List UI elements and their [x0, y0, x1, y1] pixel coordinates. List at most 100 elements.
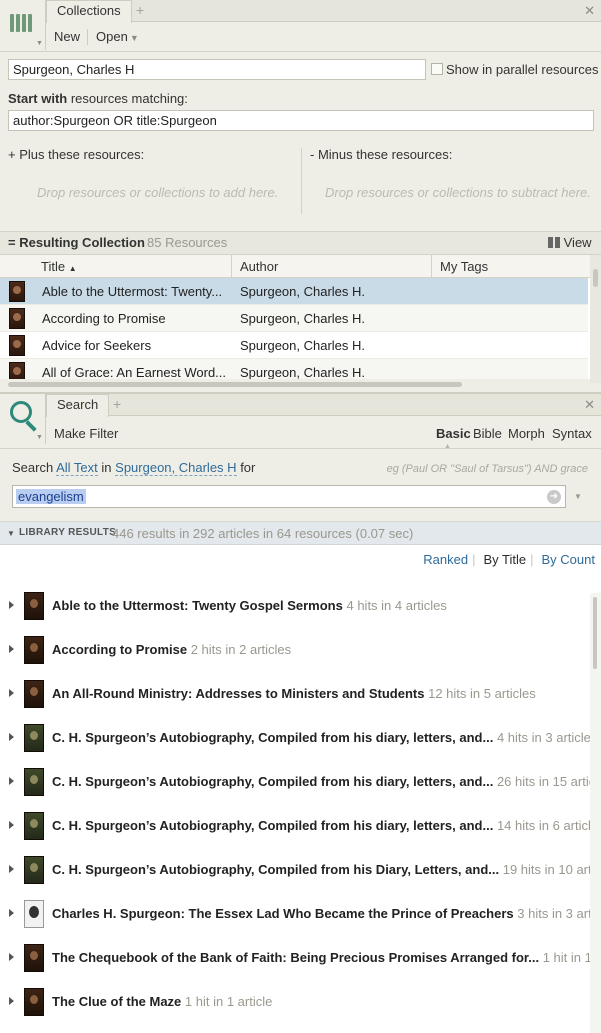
tab-collections[interactable]: Collections — [46, 0, 132, 23]
tab-label: Search — [57, 397, 99, 412]
collapse-triangle-icon[interactable]: ▼ — [7, 529, 15, 538]
mode-syntax-tab[interactable]: Syntax — [552, 426, 592, 441]
scrollbar-thumb[interactable] — [8, 382, 462, 387]
collections-icon — [10, 14, 14, 32]
open-button[interactable]: Open ▼ — [96, 29, 139, 44]
result-hit-count: 12 hits in 5 articles — [428, 686, 536, 701]
results-scrollbar[interactable] — [590, 593, 601, 1033]
result-item[interactable]: C. H. Spurgeon’s Autobiography, Compiled… — [0, 805, 601, 849]
result-title[interactable]: Able to the Uttermost: Twenty Gospel Ser… — [52, 598, 447, 613]
result-title-text: C. H. Spurgeon’s Autobiography, Compiled… — [52, 730, 494, 745]
expand-arrow-icon[interactable] — [9, 777, 14, 785]
result-hit-count: 4 hits in 3 articles — [496, 730, 598, 745]
go-arrow-icon[interactable]: ➜ — [547, 490, 561, 504]
search-panel-icon[interactable]: ▼ — [0, 394, 46, 444]
result-title[interactable]: C. H. Spurgeon’s Autobiography, Compiled… — [52, 818, 601, 833]
parallel-resources-label: Show in parallel resources — [446, 62, 599, 77]
scrollbar-thumb[interactable] — [593, 269, 598, 287]
result-item[interactable]: C. H. Spurgeon’s Autobiography, Compiled… — [0, 717, 597, 761]
table-row[interactable]: Advice for Seekers Spurgeon, Charles H. — [0, 332, 588, 359]
in-word: in — [101, 460, 112, 475]
row-author: Spurgeon, Charles H. — [240, 311, 366, 326]
magnifier-handle — [25, 420, 37, 432]
resulting-collection-title[interactable]: = Resulting Collection — [8, 235, 145, 250]
result-title[interactable]: C. H. Spurgeon’s Autobiography, Compiled… — [52, 862, 601, 877]
my-tags-column-header[interactable]: My Tags — [440, 259, 488, 274]
result-hit-count: 14 hits in 6 articles — [496, 818, 601, 833]
result-item[interactable]: C. H. Spurgeon’s Autobiography, Compiled… — [0, 849, 601, 893]
author-column-header[interactable]: Author — [240, 259, 278, 274]
new-button[interactable]: New — [54, 29, 80, 44]
results-summary: 446 results in 292 articles in 64 resour… — [112, 526, 414, 541]
scope-selector[interactable]: All Text — [56, 460, 98, 476]
result-item[interactable]: The Clue of the Maze 1 hit in 1 article — [0, 981, 590, 1025]
plus-drop-zone[interactable]: Drop resources or collections to add her… — [37, 185, 278, 200]
book-cover-thumbnail — [24, 636, 44, 664]
collection-selector[interactable]: Spurgeon, Charles H — [115, 460, 237, 476]
new-tab-plus-icon[interactable]: + — [136, 2, 144, 18]
rule-query-field[interactable]: author:Spurgeon OR title:Spurgeon — [8, 110, 594, 131]
view-button[interactable]: View — [548, 235, 592, 250]
parallel-resources-checkbox[interactable] — [431, 63, 443, 75]
expand-arrow-icon[interactable] — [9, 865, 14, 873]
mode-basic-tab[interactable]: Basic — [436, 426, 471, 441]
panel-menu-caret-icon[interactable]: ▼ — [36, 434, 43, 441]
result-hit-count: 19 hits in 10 articles — [502, 862, 601, 877]
result-title[interactable]: According to Promise 2 hits in 2 article… — [52, 642, 291, 657]
result-item[interactable]: An All-Round Ministry: Addresses to Mini… — [0, 673, 590, 717]
start-with-label: Start with resources matching: — [8, 91, 188, 106]
expand-arrow-icon[interactable] — [9, 733, 14, 741]
sort-by-count-link[interactable]: By Count — [542, 552, 595, 567]
result-title[interactable]: The Chequebook of the Bank of Faith: Bei… — [52, 950, 601, 965]
scrollbar-thumb[interactable] — [593, 597, 597, 669]
result-title[interactable]: The Clue of the Maze 1 hit in 1 article — [52, 994, 272, 1009]
book-cover-thumbnail — [9, 308, 25, 329]
minus-drop-zone[interactable]: Drop resources or collections to subtrac… — [325, 185, 591, 200]
result-title[interactable]: Charles H. Spurgeon: The Essex Lad Who B… — [52, 906, 601, 921]
expand-arrow-icon[interactable] — [9, 997, 14, 1005]
result-item[interactable]: The Chequebook of the Bank of Faith: Bei… — [0, 937, 601, 981]
divider — [0, 51, 601, 52]
table-vertical-scrollbar[interactable] — [590, 255, 601, 383]
view-label: View — [563, 235, 592, 250]
sort-by-title-link[interactable]: By Title — [484, 552, 527, 567]
collection-name-field[interactable]: Spurgeon, Charles H — [8, 59, 426, 80]
table-horizontal-scrollbar[interactable] — [0, 379, 590, 389]
search-input[interactable]: evangelism ➜ — [12, 485, 566, 508]
expand-arrow-icon[interactable] — [9, 645, 14, 653]
sort-ranked-link[interactable]: Ranked — [423, 552, 468, 567]
make-filter-button[interactable]: Make Filter — [54, 426, 118, 441]
result-title-text: The Clue of the Maze — [52, 994, 182, 1009]
result-title-text: C. H. Spurgeon’s Autobiography, Compiled… — [52, 818, 494, 833]
result-item[interactable]: C. H. Spurgeon’s Autobiography, Compiled… — [0, 761, 601, 805]
expand-arrow-icon[interactable] — [9, 689, 14, 697]
result-title[interactable]: An All-Round Ministry: Addresses to Mini… — [52, 686, 536, 701]
book-cover-thumbnail — [24, 988, 44, 1016]
result-item[interactable]: Able to the Uttermost: Twenty Gospel Ser… — [0, 585, 590, 629]
result-title[interactable]: C. H. Spurgeon’s Autobiography, Compiled… — [52, 774, 601, 789]
close-panel-icon[interactable]: ✕ — [584, 397, 595, 413]
mode-bible-tab[interactable]: Bible — [473, 426, 502, 441]
panel-menu-caret-icon[interactable]: ▼ — [36, 40, 43, 47]
expand-arrow-icon[interactable] — [9, 909, 14, 917]
result-title[interactable]: C. H. Spurgeon’s Autobiography, Compiled… — [52, 730, 597, 745]
resources-table: Title ▲ Author My Tags Able to the Utter… — [0, 255, 601, 383]
new-tab-plus-icon[interactable]: + — [113, 396, 121, 412]
expand-arrow-icon[interactable] — [9, 601, 14, 609]
library-results-heading[interactable]: LIBRARY RESULTS — [19, 527, 116, 538]
search-history-chevron-icon[interactable]: ▼ — [574, 492, 582, 501]
result-item[interactable]: Charles H. Spurgeon: The Essex Lad Who B… — [0, 893, 601, 937]
expand-arrow-icon[interactable] — [9, 821, 14, 829]
result-item[interactable]: According to Promise 2 hits in 2 article… — [0, 629, 590, 673]
expand-arrow-icon[interactable] — [9, 953, 14, 961]
table-row[interactable]: Able to the Uttermost: Twenty... Spurgeo… — [0, 278, 588, 305]
book-cover-thumbnail — [24, 856, 44, 884]
close-panel-icon[interactable]: ✕ — [584, 3, 595, 19]
column-divider[interactable] — [231, 255, 232, 278]
mode-morph-tab[interactable]: Morph — [508, 426, 545, 441]
collections-panel-icon[interactable]: ▼ — [0, 0, 46, 50]
column-divider[interactable] — [431, 255, 432, 278]
tab-search[interactable]: Search — [46, 394, 110, 417]
table-row[interactable]: According to Promise Spurgeon, Charles H… — [0, 305, 588, 332]
title-column-header[interactable]: Title ▲ — [41, 259, 77, 274]
